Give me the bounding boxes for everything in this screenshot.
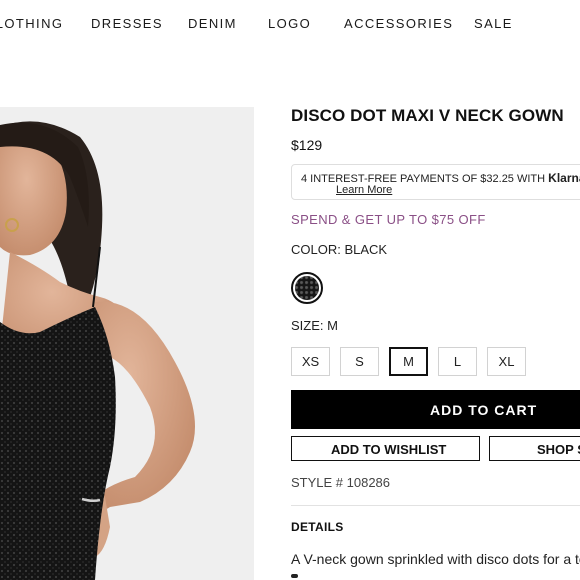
divider: [291, 505, 580, 506]
product-page: CLOTHING DRESSES DENIM LOGO ACCESSORIES …: [0, 0, 580, 580]
nav-item-dresses[interactable]: DRESSES: [91, 16, 163, 31]
shop-similar-button[interactable]: SHOP SIMILAR: [489, 436, 580, 461]
size-label: SIZE: M: [291, 318, 338, 333]
add-to-cart-button[interactable]: ADD TO CART: [291, 390, 580, 429]
add-to-wishlist-button[interactable]: ADD TO WISHLIST: [291, 436, 480, 461]
color-swatch-black[interactable]: [291, 272, 323, 304]
nav-item-sale[interactable]: SALE: [474, 16, 513, 31]
klarna-logo: Klarna.: [548, 171, 580, 185]
color-label: COLOR: BLACK: [291, 242, 388, 257]
nav-item-denim[interactable]: DENIM: [188, 16, 237, 31]
style-number: STYLE # 108286: [291, 475, 391, 490]
details-description: A V-neck gown sprinkled with disco dots …: [291, 551, 580, 567]
product-title: DISCO DOT MAXI V NECK GOWN: [291, 106, 564, 125]
size-option-l[interactable]: L: [438, 347, 477, 376]
swatch-fill: [295, 276, 319, 300]
product-price: $129: [291, 137, 323, 153]
details-heading[interactable]: DETAILS: [291, 520, 344, 534]
size-option-s[interactable]: S: [340, 347, 379, 376]
size-option-xl[interactable]: XL: [487, 347, 526, 376]
size-option-xs[interactable]: XS: [291, 347, 330, 376]
shop-similar-label: SHOP SIMILAR: [537, 442, 580, 457]
nav-item-logo[interactable]: LOGO: [268, 16, 311, 31]
add-to-cart-label: ADD TO CART: [430, 402, 538, 418]
model-photo-illustration: [0, 121, 195, 580]
add-to-wishlist-label: ADD TO WISHLIST: [331, 442, 447, 457]
nav-item-clothing[interactable]: CLOTHING: [0, 16, 63, 31]
product-image[interactable]: [0, 107, 254, 580]
klarna-learn-more-link[interactable]: Learn More: [336, 184, 392, 196]
details-description-continued: [291, 574, 301, 580]
top-nav: CLOTHING DRESSES DENIM LOGO ACCESSORIES …: [0, 0, 580, 48]
klarna-banner: 4 INTEREST-FREE PAYMENTS OF $32.25 WITH …: [291, 164, 580, 200]
promo-text[interactable]: SPEND & GET UP TO $75 OFF: [291, 212, 486, 227]
klarna-text: 4 INTEREST-FREE PAYMENTS OF $32.25 WITH …: [301, 171, 580, 185]
nav-item-accessories[interactable]: ACCESSORIES: [344, 16, 453, 31]
size-option-m[interactable]: M: [389, 347, 428, 376]
